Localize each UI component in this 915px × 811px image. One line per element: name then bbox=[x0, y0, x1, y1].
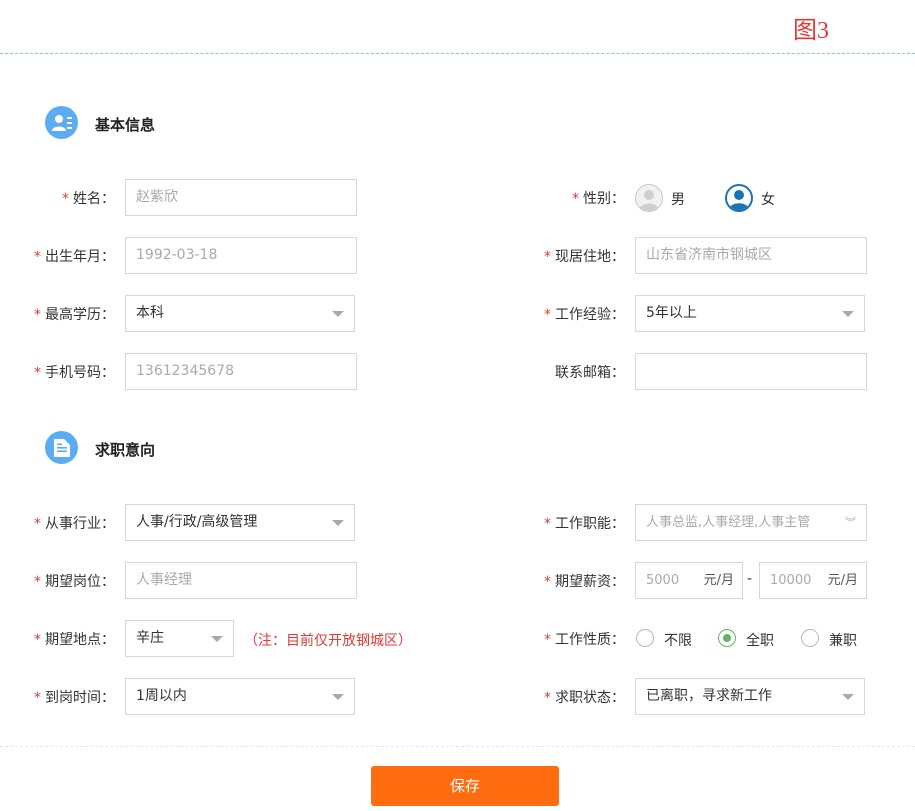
experience-select[interactable]: 5年以上 bbox=[635, 295, 865, 332]
industry-label: * 从事行业： bbox=[34, 516, 115, 532]
function-label: * 工作职能： bbox=[544, 516, 625, 532]
salary-max-input[interactable]: 10000 元/月 bbox=[759, 562, 867, 599]
phone-input[interactable]: 13612345678 bbox=[125, 353, 357, 390]
birth-input[interactable]: 1992-03-18 bbox=[125, 237, 357, 274]
position-label: * 期望岗位： bbox=[34, 574, 115, 590]
email-input[interactable] bbox=[635, 353, 867, 390]
profile-card-icon bbox=[45, 106, 78, 139]
dropdown-arrow-icon bbox=[842, 694, 854, 700]
salary-label: * 期望薪资： bbox=[544, 574, 625, 590]
double-chevron-down-icon: ︾ bbox=[845, 516, 856, 529]
industry-select[interactable]: 人事/行政/高级管理 bbox=[125, 504, 355, 541]
status-label: * 求职状态： bbox=[544, 690, 625, 706]
female-avatar-icon[interactable] bbox=[725, 184, 753, 212]
nature-label: * 工作性质： bbox=[544, 632, 625, 648]
section-title-basic: 基本信息 bbox=[95, 116, 156, 134]
birth-label: * 出生年月： bbox=[34, 249, 115, 265]
arrival-select[interactable]: 1周以内 bbox=[125, 678, 355, 715]
residence-label: * 现居住地： bbox=[544, 249, 625, 265]
location-note: （注：目前仅开放钢城区） bbox=[244, 633, 412, 649]
radio-unlimited-label: 不限 bbox=[664, 633, 692, 649]
gender-male-label: 男 bbox=[671, 192, 685, 208]
email-label: 联系邮箱： bbox=[555, 365, 625, 381]
dropdown-arrow-icon bbox=[332, 694, 344, 700]
function-select[interactable]: 人事总监,人事经理,人事主管 ︾ bbox=[635, 504, 867, 541]
residence-input[interactable]: 山东省济南市钢城区 bbox=[635, 237, 867, 274]
dropdown-arrow-icon bbox=[211, 636, 223, 642]
document-icon bbox=[45, 431, 78, 464]
figure-label: 图3 bbox=[793, 18, 829, 44]
dropdown-arrow-icon bbox=[332, 311, 344, 317]
gender-female-label: 女 bbox=[761, 192, 775, 208]
phone-label: * 手机号码： bbox=[34, 365, 115, 381]
experience-label: * 工作经验： bbox=[544, 307, 625, 323]
radio-fulltime-label: 全职 bbox=[746, 633, 774, 649]
salary-separator: - bbox=[747, 571, 753, 587]
save-button[interactable]: 保存 bbox=[371, 766, 559, 806]
bottom-divider bbox=[0, 746, 915, 747]
radio-parttime-label: 兼职 bbox=[829, 633, 857, 649]
education-label: * 最高学历： bbox=[34, 307, 115, 323]
dropdown-arrow-icon bbox=[842, 311, 854, 317]
gender-label: * 性别： bbox=[572, 191, 625, 207]
arrival-label: * 到岗时间： bbox=[34, 690, 115, 706]
location-select[interactable]: 辛庄 bbox=[125, 620, 234, 657]
location-label: * 期望地点： bbox=[34, 632, 115, 648]
position-input[interactable]: 人事经理 bbox=[125, 562, 357, 599]
status-select[interactable]: 已离职，寻求新工作 bbox=[635, 678, 865, 715]
radio-unlimited[interactable] bbox=[636, 629, 654, 647]
radio-fulltime[interactable] bbox=[718, 629, 736, 647]
top-divider bbox=[0, 53, 915, 54]
male-avatar-icon[interactable] bbox=[635, 184, 663, 212]
name-label: * 姓名： bbox=[62, 191, 115, 207]
education-select[interactable]: 本科 bbox=[125, 295, 355, 332]
salary-min-input[interactable]: 5000 元/月 bbox=[635, 562, 743, 599]
section-title-intent: 求职意向 bbox=[95, 441, 156, 459]
dropdown-arrow-icon bbox=[332, 520, 344, 526]
radio-parttime[interactable] bbox=[801, 629, 819, 647]
name-input[interactable]: 赵紫欣 bbox=[125, 179, 357, 216]
